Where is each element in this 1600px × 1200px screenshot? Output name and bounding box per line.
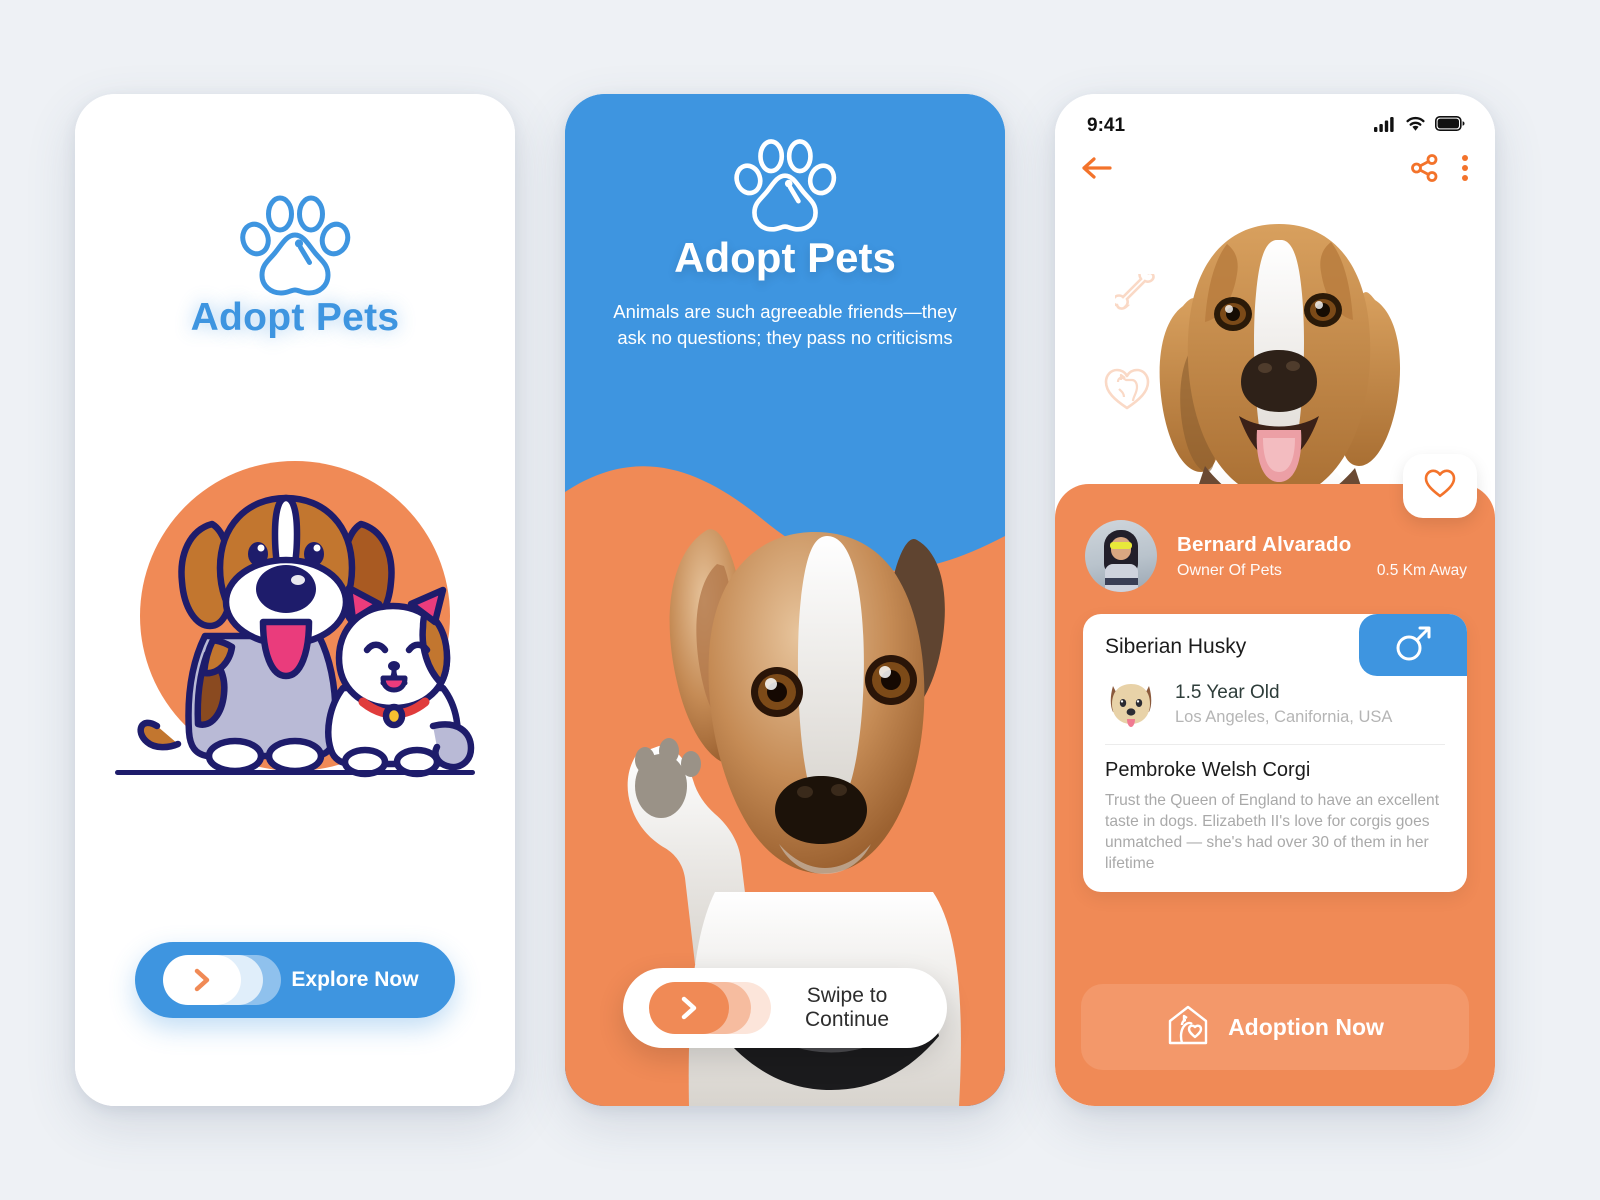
screen-splash: Adopt Pets Explore Now — [75, 94, 515, 1106]
card-divider — [1105, 744, 1445, 745]
secondary-breed-title: Pembroke Welsh Corgi — [1105, 759, 1311, 781]
dog-face-icon — [1105, 680, 1157, 728]
adoption-now-button[interactable]: Adoption Now — [1081, 984, 1469, 1070]
pet-age: 1.5 Year Old — [1175, 681, 1280, 703]
explore-now-label: Explore Now — [291, 968, 419, 991]
detail-navbar — [1055, 142, 1495, 194]
pet-location: Los Angeles, Canifornia, USA — [1175, 707, 1393, 726]
chevron-right-icon[interactable] — [649, 982, 729, 1034]
dog-and-cat-illustration — [75, 426, 515, 786]
pet-house-icon — [1166, 1003, 1210, 1052]
chevron-right-icon[interactable] — [163, 955, 241, 1005]
share-icon[interactable] — [1411, 154, 1439, 182]
cellular-signal-icon — [1374, 116, 1396, 137]
slider-knob[interactable] — [163, 955, 283, 1005]
screen-onboarding: Adopt Pets Animals are such agreeable fr… — [565, 94, 1005, 1106]
heart-outline-icon — [1424, 469, 1456, 504]
screen-pet-detail: 9:41 Bernard Alvarado Owner Of Pets 0.5 … — [1055, 94, 1495, 1106]
battery-icon — [1435, 116, 1465, 136]
page-title: Adopt Pets — [190, 296, 400, 339]
pet-info-card: Siberian Husky 1.5 Year Old Los Angeles,… — [1083, 614, 1467, 893]
status-bar: 9:41 — [1055, 94, 1495, 144]
paw-print-icon — [75, 190, 515, 298]
status-time: 9:41 — [1087, 115, 1126, 136]
bone-icon — [1111, 267, 1161, 319]
swipe-to-continue-button[interactable]: Swipe to Continue — [623, 968, 947, 1048]
dog-in-heart-icon — [1103, 366, 1151, 417]
owner-info[interactable]: Bernard Alvarado Owner Of Pets 0.5 Km Aw… — [1085, 512, 1467, 600]
male-symbol-icon — [1393, 623, 1433, 668]
slider-knob[interactable] — [649, 982, 771, 1034]
avatar — [1085, 520, 1157, 592]
onboarding-title: Adopt Pets — [674, 234, 896, 281]
more-vertical-icon[interactable] — [1461, 154, 1469, 182]
arrow-left-icon[interactable] — [1081, 155, 1113, 181]
owner-distance: 0.5 Km Away — [1376, 561, 1467, 579]
onboarding-subtitle: Animals are such agreeable friends—they … — [613, 301, 957, 349]
favorite-button[interactable] — [1403, 454, 1477, 518]
wifi-icon — [1405, 116, 1426, 137]
paw-print-icon — [565, 134, 1005, 234]
gender-badge — [1359, 614, 1467, 676]
explore-now-button[interactable]: Explore Now — [135, 942, 455, 1018]
pet-breed-title: Siberian Husky — [1105, 635, 1247, 658]
mockup-stage: Adopt Pets Explore Now Adopt Pets Animal… — [0, 0, 1600, 1200]
adoption-now-label: Adoption Now — [1228, 1013, 1384, 1040]
owner-name: Bernard Alvarado — [1177, 532, 1352, 556]
pet-description: Trust the Queen of England to have an ex… — [1105, 792, 1440, 873]
swipe-to-continue-label: Swipe to Continue — [804, 984, 890, 1031]
owner-role: Owner Of Pets — [1177, 561, 1282, 579]
